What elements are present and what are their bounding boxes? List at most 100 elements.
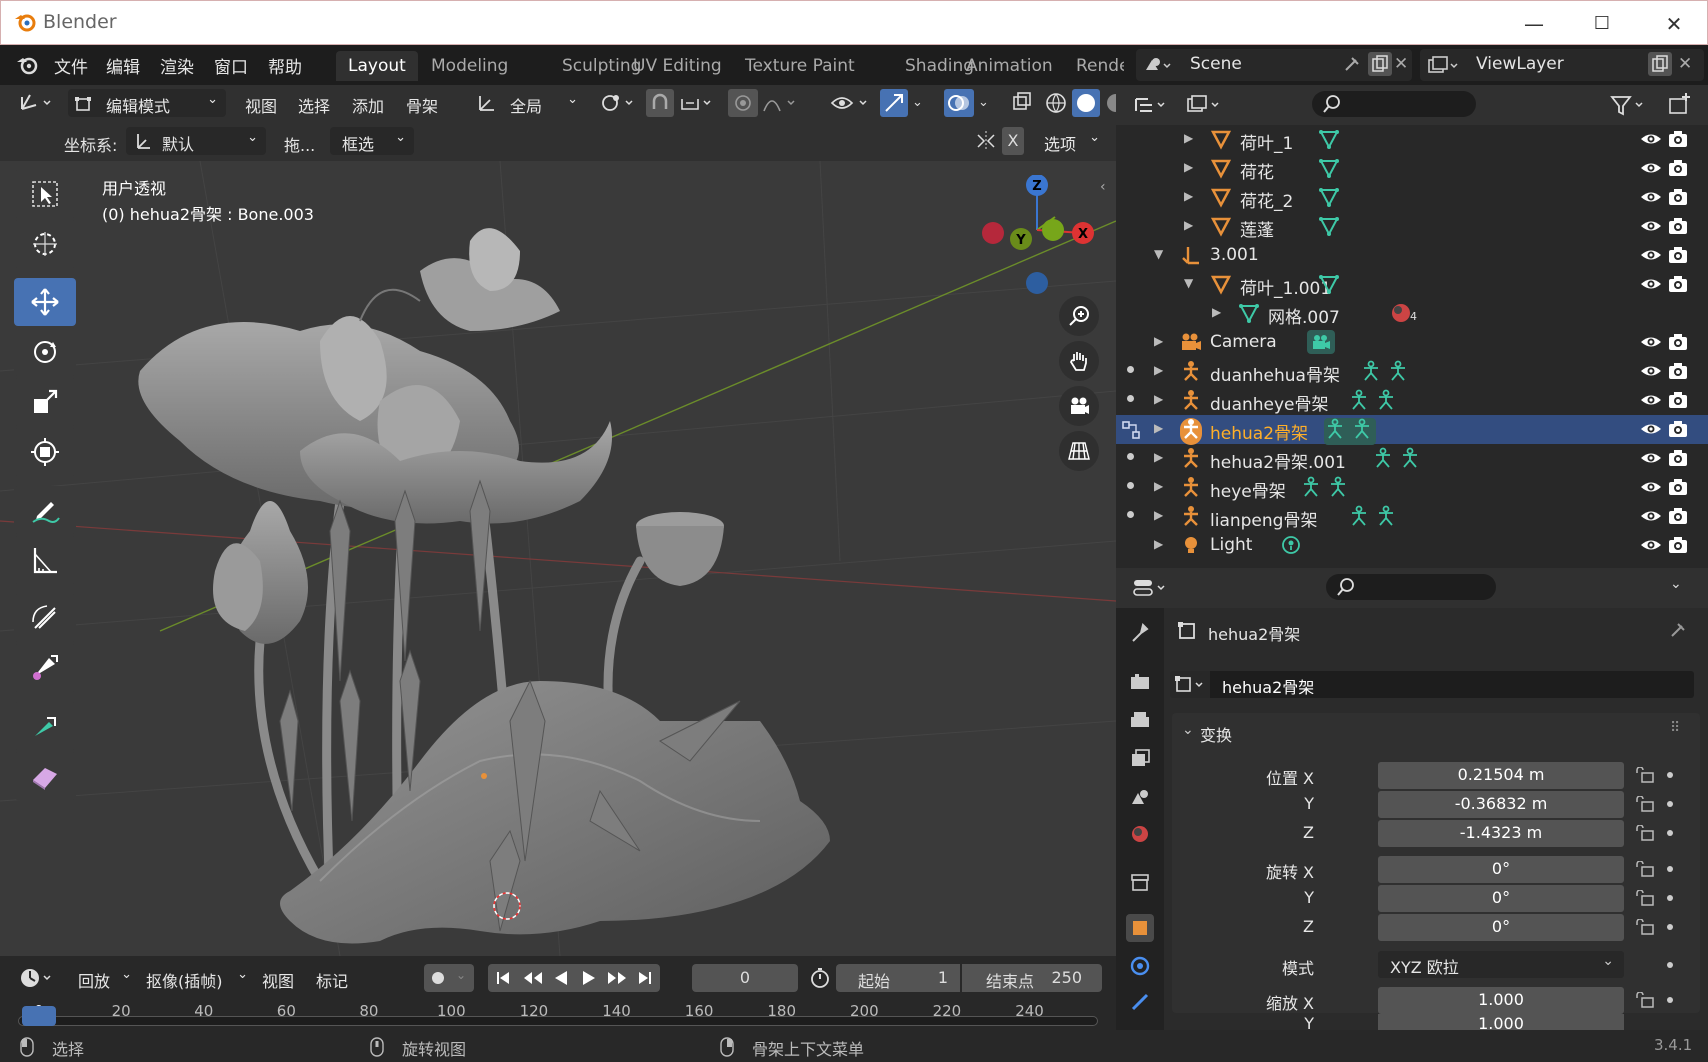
- mesh-data-icon[interactable]: [1318, 215, 1340, 242]
- 3d-viewport[interactable]: 用户透视 (0) hehua2骨架 : Bone.003 Z Y X ‹: [0, 161, 1116, 956]
- delete-scene-icon[interactable]: ✕: [1394, 54, 1408, 74]
- render-camera-icon[interactable]: [1668, 362, 1688, 385]
- outliner-row[interactable]: ▶ 荷花_2: [1116, 183, 1708, 212]
- expand-right-icon[interactable]: ▶: [1154, 450, 1163, 464]
- world-tab-icon[interactable]: [1126, 820, 1154, 848]
- coordinate-system-dropdown[interactable]: 默认 ⌄: [126, 127, 266, 155]
- lock-icon[interactable]: [1635, 860, 1655, 877]
- expand-down-icon[interactable]: ▼: [1154, 247, 1163, 261]
- menu-window[interactable]: 窗口: [214, 53, 248, 78]
- visibility-icon[interactable]: [830, 91, 874, 119]
- light-data-icon[interactable]: [1280, 534, 1302, 561]
- output-tab-icon[interactable]: [1126, 706, 1154, 734]
- expand-right-icon[interactable]: ▶: [1154, 537, 1163, 551]
- object-tab-icon[interactable]: [1126, 914, 1154, 942]
- gizmo-toggle-icon[interactable]: [880, 89, 908, 117]
- gizmo-neg-x-axis[interactable]: [982, 222, 1004, 244]
- tab-texture-paint[interactable]: Texture Paint: [733, 51, 867, 81]
- outliner-row[interactable]: ▼ 荷叶_1.001: [1116, 270, 1708, 299]
- mirror-icon[interactable]: [974, 129, 998, 157]
- new-scene-icon[interactable]: [1368, 52, 1392, 76]
- properties-search-input[interactable]: [1326, 574, 1496, 600]
- maximize-button[interactable]: ☐: [1568, 1, 1636, 46]
- menu-edit[interactable]: 编辑: [106, 53, 140, 78]
- playhead-indicator[interactable]: [22, 1006, 56, 1026]
- new-collection-icon[interactable]: [1666, 91, 1694, 119]
- timeline-editor-icon[interactable]: [18, 966, 58, 994]
- display-mode-icon[interactable]: [1184, 93, 1224, 121]
- transform-section-title[interactable]: 变换: [1200, 722, 1232, 746]
- mesh-data-icon[interactable]: [1318, 273, 1340, 300]
- drag-handle-icon[interactable]: ⠿: [1670, 720, 1680, 736]
- proportional-edit-icon[interactable]: [728, 89, 758, 117]
- visibility-eye-icon[interactable]: [1640, 130, 1662, 153]
- properties-editor-icon[interactable]: [1132, 576, 1172, 604]
- camera-data-icon[interactable]: [1306, 329, 1336, 360]
- render-camera-icon[interactable]: [1668, 536, 1688, 559]
- outliner-row[interactable]: ▶ heye骨架: [1116, 473, 1708, 502]
- select-box-tool[interactable]: [14, 170, 76, 218]
- rotation-z-field[interactable]: 0°: [1378, 914, 1624, 941]
- snap-target-icon[interactable]: [678, 91, 718, 119]
- timeline-marker-menu[interactable]: 标记: [316, 968, 348, 992]
- tool-tab-icon[interactable]: [1126, 618, 1154, 646]
- jump-start-icon[interactable]: [494, 969, 512, 991]
- jump-end-icon[interactable]: [636, 969, 654, 991]
- solid-shading-icon[interactable]: [1072, 89, 1100, 117]
- menu-file[interactable]: 文件: [54, 53, 88, 78]
- mesh-data-icon[interactable]: [1318, 186, 1340, 213]
- chevron-down-icon[interactable]: ⌄: [1670, 576, 1682, 592]
- xray-icon[interactable]: [1010, 91, 1034, 119]
- location-y-field[interactable]: -0.36832 m: [1378, 791, 1624, 818]
- mesh-data-icon[interactable]: [1318, 128, 1340, 155]
- close-button[interactable]: ✕: [1640, 1, 1708, 46]
- menu-help[interactable]: 帮助: [268, 53, 302, 78]
- render-tab-icon[interactable]: [1126, 668, 1154, 696]
- scale-x-field[interactable]: 1.000: [1378, 987, 1624, 1014]
- render-camera-icon[interactable]: [1668, 333, 1688, 356]
- keyframe-dot[interactable]: [1667, 866, 1673, 872]
- wireframe-shading-icon[interactable]: [1044, 91, 1068, 119]
- expand-right-icon[interactable]: ▶: [1154, 334, 1163, 348]
- auto-keying-toggle[interactable]: ⌄: [424, 964, 474, 992]
- material-shading-icon[interactable]: [1104, 91, 1116, 119]
- modifier-tab-icon[interactable]: [1126, 952, 1154, 980]
- new-view-layer-icon[interactable]: [1648, 52, 1672, 76]
- gizmo-neg-z-axis[interactable]: [1026, 272, 1048, 294]
- scene-tab-icon[interactable]: [1126, 782, 1154, 810]
- outliner-row[interactable]: ▶ 网格.007 4: [1116, 299, 1708, 328]
- menu-view[interactable]: 视图: [245, 93, 277, 117]
- visibility-eye-icon[interactable]: [1640, 159, 1662, 182]
- expand-right-icon[interactable]: ▶: [1184, 131, 1193, 145]
- lock-icon[interactable]: [1635, 889, 1655, 906]
- menu-armature[interactable]: 骨架: [406, 93, 438, 117]
- expand-right-icon[interactable]: ▶: [1184, 160, 1193, 174]
- menu-add[interactable]: 添加: [352, 93, 384, 117]
- rotation-y-field[interactable]: 0°: [1378, 885, 1624, 912]
- render-camera-icon[interactable]: [1668, 275, 1688, 298]
- visibility-eye-icon[interactable]: [1640, 246, 1662, 269]
- frame-end-field[interactable]: 结束点 250: [962, 964, 1102, 992]
- lock-icon[interactable]: [1635, 991, 1655, 1008]
- bone-size-tool[interactable]: [14, 644, 76, 692]
- expand-right-icon[interactable]: ▶: [1154, 363, 1163, 377]
- armature-data-icon[interactable]: [1372, 447, 1424, 474]
- render-camera-icon[interactable]: [1668, 391, 1688, 414]
- visibility-eye-icon[interactable]: [1640, 188, 1662, 211]
- armature-data-icon[interactable]: [1348, 389, 1400, 416]
- visibility-eye-icon[interactable]: [1640, 536, 1662, 559]
- measure-tool[interactable]: [14, 536, 76, 584]
- zoom-icon[interactable]: [1059, 296, 1099, 336]
- expand-right-icon[interactable]: ▶: [1154, 421, 1163, 435]
- outliner-row[interactable]: ▶ duanheye骨架: [1116, 386, 1708, 415]
- scale-y-field[interactable]: 1.000: [1378, 1014, 1624, 1030]
- gizmo-neg-y-axis[interactable]: [1042, 219, 1064, 241]
- outliner-row[interactable]: ▶ Camera: [1116, 328, 1708, 357]
- outliner-search-input[interactable]: [1312, 91, 1476, 117]
- visibility-eye-icon[interactable]: [1640, 362, 1662, 385]
- location-z-field[interactable]: -1.4323 m: [1378, 820, 1624, 847]
- render-camera-icon[interactable]: [1668, 478, 1688, 501]
- location-x-field[interactable]: 0.21504 m: [1378, 762, 1624, 789]
- falloff-icon[interactable]: [762, 91, 802, 119]
- timeline-scrollbar[interactable]: [18, 1016, 1098, 1026]
